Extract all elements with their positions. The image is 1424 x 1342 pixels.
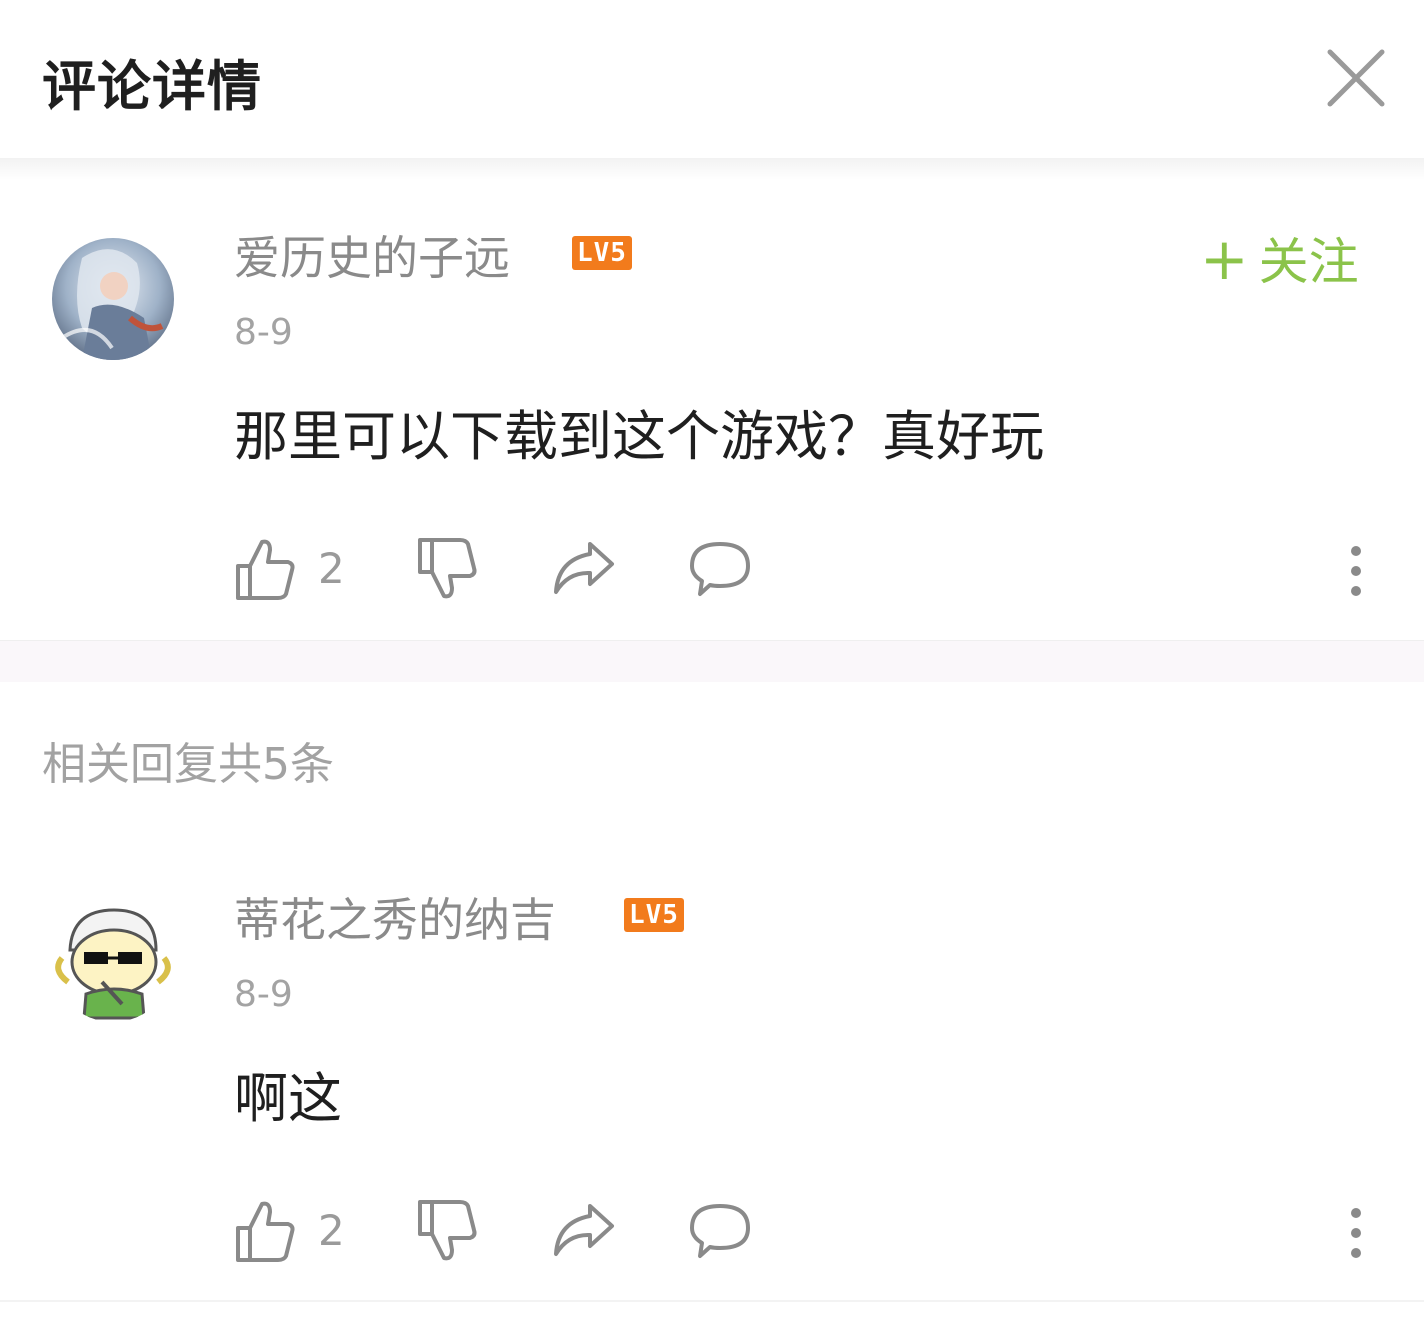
share-icon bbox=[554, 1204, 614, 1256]
like-count: 2 bbox=[318, 1206, 345, 1255]
comment-text: 啊这 bbox=[234, 1067, 342, 1130]
share-button[interactable] bbox=[550, 1198, 618, 1268]
avatar[interactable] bbox=[52, 900, 174, 1022]
thumbs-up-icon bbox=[236, 1201, 295, 1262]
username[interactable]: 蒂花之秀的纳吉 bbox=[234, 884, 556, 950]
reply-item: 蒂花之秀的纳吉 LV5 8-9 啊这 2 bbox=[0, 0, 1424, 1342]
list-divider bbox=[0, 1300, 1424, 1302]
comment-actions: 2 bbox=[234, 1198, 1394, 1268]
more-options-button[interactable] bbox=[1348, 1202, 1364, 1262]
level-badge: LV5 bbox=[624, 898, 684, 932]
thumbs-down-icon bbox=[418, 1200, 477, 1261]
dislike-button[interactable] bbox=[416, 1198, 480, 1268]
like-button[interactable]: 2 bbox=[234, 1198, 354, 1268]
comment-date: 8-9 bbox=[234, 974, 293, 1015]
more-dots-icon bbox=[1351, 1208, 1361, 1218]
comment-bubble-icon bbox=[690, 1204, 750, 1258]
reply-button[interactable] bbox=[686, 1198, 754, 1268]
